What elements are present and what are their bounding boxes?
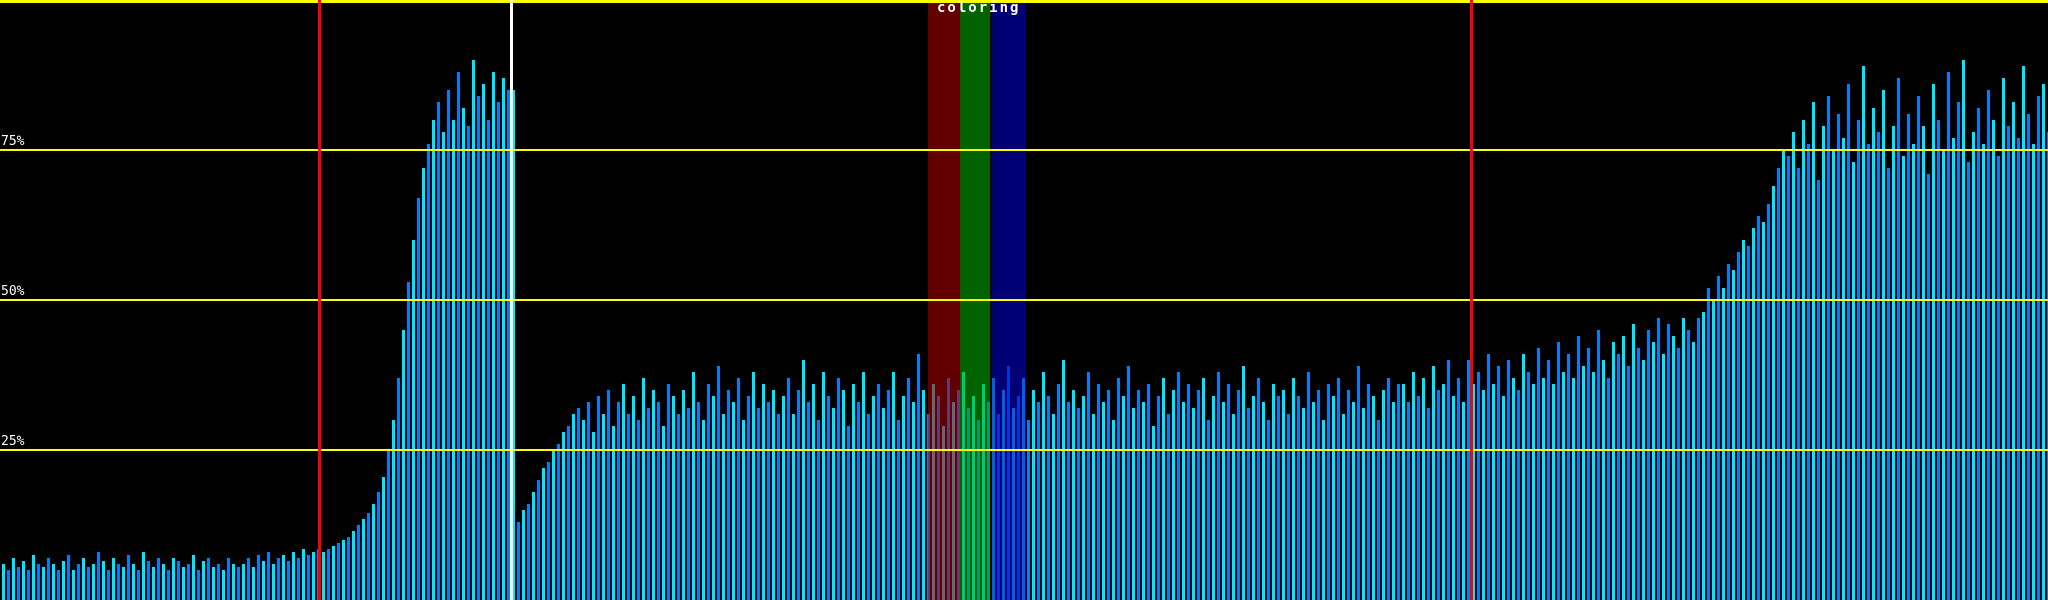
y-axis-tick-25: 25% [1,434,25,449]
labels-layer: 75% 50% 25% coloring [0,0,2048,600]
usage-histogram-chart: 75% 50% 25% coloring [0,0,2048,600]
coloring-label: coloring [937,0,1021,16]
y-axis-tick-75: 75% [1,134,25,149]
y-axis-tick-50: 50% [1,284,25,299]
